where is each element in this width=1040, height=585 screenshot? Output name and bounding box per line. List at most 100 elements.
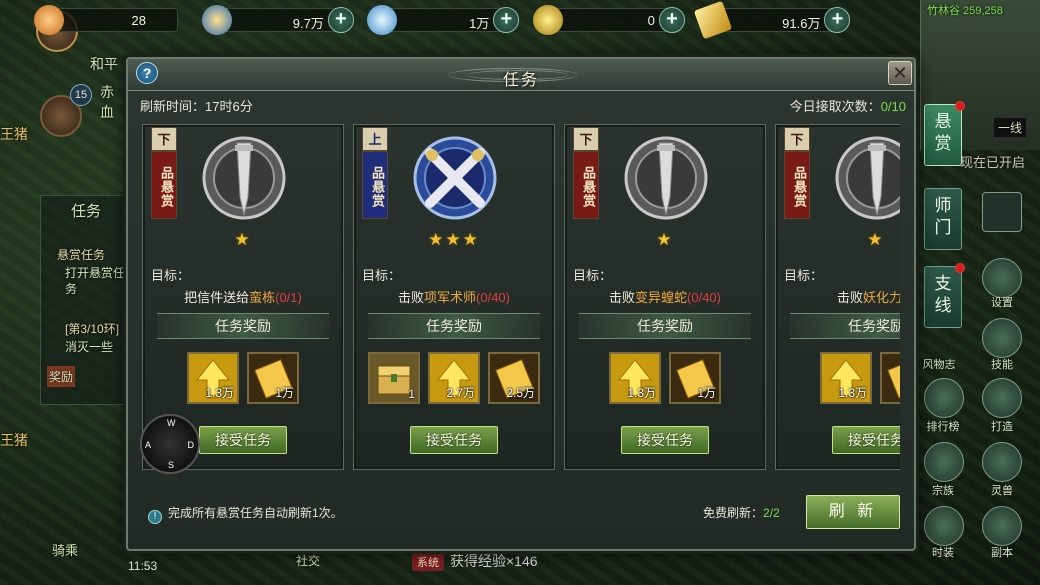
resource-gem: 28 (30, 4, 178, 36)
coin-icon (532, 5, 563, 35)
quest-line: [第3/10环] (65, 322, 120, 336)
goal-progress: (0/40) (687, 290, 721, 305)
goal-target[interactable]: 项军术师 (424, 290, 476, 305)
free-refresh-count: 免费刷新：2/2 (703, 506, 780, 520)
add-silver-disc-button[interactable]: + (493, 7, 520, 33)
resource-silver-disc: 1万 + (363, 4, 529, 36)
quest-line: 消灭一些 (65, 340, 114, 354)
clan-icon[interactable] (924, 442, 964, 482)
bounty-card: 上 品悬赏 ★★★ 目标： 击败项军术师(0/40) 任务奖励 1 2.7万 2… (353, 124, 555, 470)
fashion-icon[interactable] (924, 506, 964, 546)
goal-progress: (0/40) (476, 290, 510, 305)
right-hud: 竹林谷 259,258 一线 现在已开启 悬赏 师门 支线 设置 技能 风物志 … (920, 0, 1040, 585)
tab-label: 师门 (934, 196, 952, 237)
tab-bounty[interactable]: 悬赏 (924, 101, 965, 166)
bottom-bar: 11:53 社交 系统 获得经验×146 (0, 551, 1040, 585)
task-dialog: 任务 ? ✕ 刷新时间：17时6分 今日接取次数：0/10 下 品悬赏 ★ 目标… (126, 57, 916, 551)
resource-coin: 0 + (529, 4, 695, 36)
virtual-joystick[interactable]: W A D S (140, 414, 200, 474)
target-name: 赤血 (100, 84, 114, 120)
reward-qty: 1.3万 (205, 386, 234, 400)
refresh-time: 刷新时间：17时6分 (140, 99, 253, 114)
goal-text: 击败项军术师(0/40) (398, 290, 510, 305)
goal-text: 击败变异蝗蛇(0/40) (609, 290, 721, 305)
reward-qty: 2.5万 (506, 386, 535, 400)
reward-slot[interactable]: 2.5万 (488, 352, 540, 404)
silver-sword-emblem-icon (202, 136, 286, 220)
goal-label: 目标： (573, 268, 613, 283)
reward-qty: 2.7万 (446, 386, 475, 400)
resource-value: 91.6万 (782, 16, 821, 31)
add-gold-orb-button[interactable]: + (327, 7, 354, 33)
refresh-note: ! 完成所有悬赏任务自动刷新1次。 (148, 504, 343, 524)
menu-label: 风物志 (922, 359, 956, 371)
star-rating: ★ (656, 230, 674, 249)
bounty-card: 下 品悬赏 ★ 目标： 击败变异蝗蛇(0/40) 任务奖励 1.3万 1万 接受… (564, 124, 766, 470)
settings-icon[interactable] (982, 258, 1022, 298)
goal-target[interactable]: 妖化力士 (863, 290, 900, 305)
resource-bar: 28 9.7万 + 1万 + 0 + 91.6万 + (30, 0, 860, 40)
ranking-icon[interactable] (924, 378, 964, 418)
close-button[interactable]: ✕ (888, 61, 912, 85)
bounty-card-list[interactable]: 下 品悬赏 ★ 目标： 把信件送给蛮栋(0/1) 任务奖励 1.3万 1万 接受… (142, 121, 900, 473)
reward-header: 任务奖励 (368, 313, 540, 339)
accept-task-button[interactable]: 接受任务 (832, 426, 900, 454)
add-gold-ticket-button[interactable]: + (824, 7, 851, 33)
forge-icon[interactable] (982, 378, 1022, 418)
free-refresh-value: 2/2 (763, 506, 780, 520)
chat-line[interactable]: 系统 获得经验×146 (412, 551, 538, 571)
reward-items: 1.3万 1万 (565, 352, 765, 404)
reward-qty: 1 (408, 387, 415, 401)
reward-tag: 奖励 (47, 366, 76, 387)
social-button[interactable]: 社交 (296, 552, 320, 569)
map-line[interactable]: 一线 (993, 118, 1026, 137)
target-level-badge: 15 (70, 84, 92, 106)
feature-notice: 现在已开启 (960, 155, 1026, 170)
help-button[interactable]: ? (136, 62, 158, 84)
quest-line: 打开悬赏任 (65, 266, 126, 280)
goal-label: 目标： (784, 268, 824, 283)
reward-slot[interactable]: 1万 (247, 352, 299, 404)
notification-dot (955, 101, 965, 111)
resource-value: 9.7万 (292, 16, 324, 31)
quest-tracker[interactable]: 任务 悬赏任务 打开悬赏任 务 [第3/10环] 消灭一些 奖励 (40, 195, 126, 405)
goal-target[interactable]: 变异蝗蛇 (635, 290, 687, 305)
skill-icon[interactable] (982, 318, 1022, 358)
quest-line: 务 (65, 282, 78, 296)
tab-sect[interactable]: 师门 (924, 188, 962, 250)
spirit-beast-icon[interactable] (982, 442, 1022, 482)
goal-progress: (0/1) (275, 290, 302, 305)
grade-banner: 上 品悬赏 (362, 127, 388, 219)
gold-orb-icon (201, 5, 232, 35)
reward-slot[interactable]: 1 (368, 352, 420, 404)
reward-slot[interactable]: 1.3万 (187, 352, 239, 404)
accept-task-button[interactable]: 接受任务 (410, 426, 498, 454)
accept-task-button[interactable]: 接受任务 (199, 426, 287, 454)
accept-task-button[interactable]: 接受任务 (621, 426, 709, 454)
menu-label: 灵兽 (991, 485, 1013, 497)
menu-label: 技能 (991, 359, 1013, 371)
goal-label: 目标： (151, 268, 191, 283)
add-coin-button[interactable]: + (658, 7, 685, 33)
goal-label: 目标： (362, 268, 402, 283)
reward-slot[interactable]: 1万 (669, 352, 721, 404)
chat-channel-tag: 系统 (412, 553, 444, 571)
reward-slot[interactable]: 1.3万 (609, 352, 661, 404)
chat-message: 获得经验×146 (450, 553, 538, 569)
bounty-card: 下 品悬赏 ★ 目标： 击败妖化力士 任务奖励 1.3万 (775, 124, 900, 470)
dungeon-icon[interactable] (982, 506, 1022, 546)
gold-ticket-icon (694, 0, 733, 40)
expand-icon[interactable] (982, 192, 1022, 232)
goal-target[interactable]: 蛮栋 (249, 290, 275, 305)
dialog-header: 任务 ? ✕ (128, 59, 914, 91)
reward-qty: 1万 (275, 386, 294, 400)
gem-icon (34, 5, 64, 35)
reward-slot[interactable]: 1.3万 (820, 352, 872, 404)
reward-slot[interactable] (880, 352, 900, 404)
refresh-button[interactable]: 刷 新 (806, 495, 900, 529)
reward-slot[interactable]: 2.7万 (428, 352, 480, 404)
tab-side-quest[interactable]: 支线 (924, 263, 965, 328)
menu-label: 排行榜 (926, 421, 960, 433)
quest-header: 任务 (71, 203, 102, 220)
reward-qty: 1.3万 (838, 386, 867, 400)
